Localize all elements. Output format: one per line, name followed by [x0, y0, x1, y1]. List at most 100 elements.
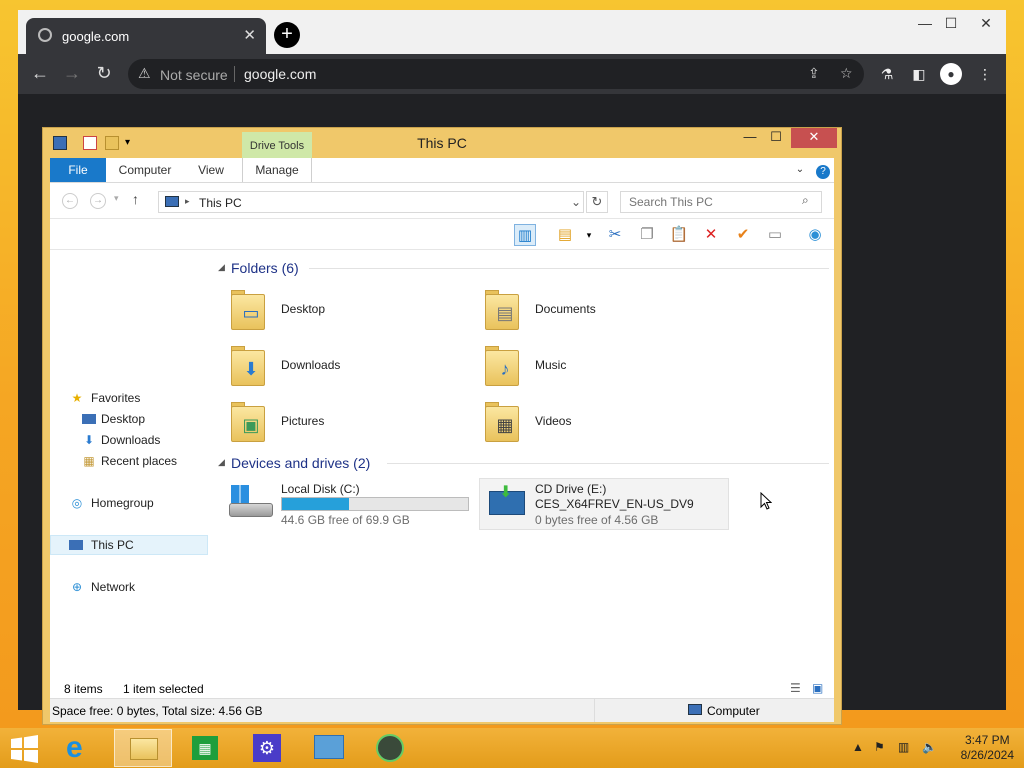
refresh-icon[interactable]: ↻: [586, 191, 608, 213]
details-status-bar: Space free: 0 bytes, Total size: 4.56 GB…: [50, 698, 834, 722]
taskbar-network-app[interactable]: [300, 729, 358, 767]
preview-pane-icon[interactable]: ▥: [514, 224, 536, 246]
cut-icon[interactable]: ✂: [604, 224, 626, 246]
large-icons-view-icon[interactable]: ▣: [812, 681, 823, 695]
nav-downloads[interactable]: ⬇ Downloads: [50, 430, 208, 450]
breadcrumb-separator-icon[interactable]: ▸: [185, 196, 190, 207]
folder-videos-icon[interactable]: ▦: [483, 398, 523, 444]
tab-view[interactable]: View: [186, 158, 236, 182]
taskbar-file-explorer[interactable]: [114, 729, 172, 767]
address-box[interactable]: ▸ This PC ⌄: [158, 191, 584, 213]
explorer-minimize-button[interactable]: —: [737, 128, 763, 148]
shell-icon[interactable]: ◉: [804, 224, 826, 246]
bookmark-star-icon[interactable]: ☆: [840, 65, 853, 82]
drives-collapse-icon[interactable]: ◢: [218, 457, 225, 468]
volume-muted-icon[interactable]: 🔈: [922, 740, 937, 754]
explorer-close-button[interactable]: ✕: [791, 128, 837, 148]
tab-title: google.com: [62, 29, 130, 44]
forward-icon[interactable]: →: [60, 62, 84, 86]
menu-dots-icon[interactable]: ⋮: [974, 63, 996, 85]
back-icon[interactable]: ←: [28, 62, 52, 86]
folder-videos[interactable]: Videos: [535, 414, 571, 428]
browser-close-button[interactable]: ✕: [972, 12, 1000, 36]
start-button[interactable]: [0, 729, 48, 767]
ribbon-tabs: File Computer View Manage ⌄ ?: [50, 158, 834, 182]
folder-documents-icon[interactable]: ▤: [483, 286, 523, 332]
browser-minimize-button[interactable]: —: [912, 12, 938, 36]
nav-network[interactable]: ⊕ Network: [50, 577, 208, 597]
properties-panel-icon[interactable]: ▭: [764, 224, 786, 246]
navigation-pane: ★ Favorites Desktop ⬇ Downloads ▦ Recent…: [50, 258, 210, 678]
side-panel-icon[interactable]: ◧: [908, 63, 930, 85]
url-text[interactable]: google.com: [244, 66, 316, 82]
local-disk-free: 44.6 GB free of 69.9 GB: [281, 513, 410, 527]
profile-avatar-icon[interactable]: ●: [940, 63, 962, 85]
folder-options-icon[interactable]: ▤: [554, 224, 576, 246]
details-view-icon[interactable]: ☰: [790, 681, 801, 695]
browser-maximize-button[interactable]: ☐: [938, 12, 964, 36]
folder-downloads[interactable]: Downloads: [281, 358, 340, 372]
explorer-maximize-button[interactable]: ☐: [763, 128, 789, 148]
search-input[interactable]: [620, 191, 822, 213]
tab-manage[interactable]: Manage: [242, 158, 312, 182]
omnibox[interactable]: ⚠ Not secure google.com ⇪ ☆: [128, 59, 864, 89]
reload-icon[interactable]: ↻: [92, 62, 116, 86]
local-disk-usage-fill: [282, 498, 349, 510]
nav-favorites[interactable]: ★ Favorites: [50, 388, 208, 408]
taskbar-internet-explorer[interactable]: e: [52, 729, 110, 767]
taskbar-settings[interactable]: ⚙: [238, 729, 296, 767]
show-hidden-icons-icon[interactable]: ▲: [852, 740, 864, 754]
ribbon-expand-icon[interactable]: ⌄: [790, 158, 810, 182]
action-center-flag-icon[interactable]: ⚑: [874, 740, 885, 754]
forward-arrow-icon[interactable]: →: [90, 193, 106, 209]
nav-downloads-label: Downloads: [101, 433, 161, 447]
nav-desktop[interactable]: Desktop: [50, 409, 208, 429]
drives-group-header[interactable]: Devices and drives (2): [231, 455, 370, 471]
up-arrow-icon[interactable]: ↑: [132, 191, 139, 207]
nav-homegroup[interactable]: ◎ Homegroup: [50, 493, 208, 513]
folder-pictures[interactable]: Pictures: [281, 414, 324, 428]
address-dropdown-icon[interactable]: ⌄: [571, 195, 581, 209]
copy-icon[interactable]: ❐: [636, 224, 658, 246]
labs-flask-icon[interactable]: ⚗: [876, 63, 898, 85]
address-bar-row: ← → ▾ ↑ ▸ This PC ⌄ ↻ ⌕: [50, 182, 834, 218]
help-button[interactable]: ?: [814, 158, 832, 182]
folder-desktop-icon[interactable]: ▭: [229, 286, 269, 332]
cd-drive-icon[interactable]: ⬇: [489, 485, 525, 515]
new-tab-button[interactable]: +: [274, 22, 300, 48]
breadcrumb[interactable]: This PC: [199, 196, 242, 210]
local-disk-icon[interactable]: [229, 485, 273, 521]
folders-collapse-icon[interactable]: ◢: [218, 262, 225, 273]
internet-explorer-icon: e: [66, 731, 83, 764]
taskbar-chrome[interactable]: [362, 729, 420, 767]
cd-drive-name[interactable]: CD Drive (E:): [535, 482, 606, 496]
explorer-title-bar[interactable]: ▾ This PC Drive Tools — ☐ ✕: [43, 128, 841, 158]
recent-locations-icon[interactable]: ▾: [114, 193, 119, 204]
local-disk-name[interactable]: Local Disk (C:): [281, 482, 360, 496]
folder-music-icon[interactable]: ♪: [483, 342, 523, 388]
paste-icon[interactable]: 📋: [668, 224, 690, 246]
folder-downloads-icon[interactable]: ⬇: [229, 342, 269, 388]
rename-check-icon[interactable]: ✔: [732, 224, 754, 246]
back-arrow-icon[interactable]: ←: [62, 193, 78, 209]
tab-computer[interactable]: Computer: [110, 158, 180, 182]
folder-documents[interactable]: Documents: [535, 302, 596, 316]
browser-tab[interactable]: google.com ✕: [26, 18, 266, 54]
nav-this-pc[interactable]: This PC: [50, 535, 208, 555]
tab-file[interactable]: File: [50, 158, 106, 182]
status-space: Space free: 0 bytes, Total size: 4.56 GB: [52, 704, 263, 718]
clock[interactable]: 3:47 PM 8/26/2024: [961, 733, 1014, 763]
folder-pictures-icon[interactable]: ▣: [229, 398, 269, 444]
status-selection: 1 item selected: [123, 682, 204, 696]
tab-close-icon[interactable]: ✕: [243, 26, 256, 44]
delete-icon[interactable]: ✕: [700, 224, 722, 246]
nav-recent-label: Recent places: [101, 454, 178, 468]
taskbar-store[interactable]: ▦: [176, 729, 234, 767]
folder-music[interactable]: Music: [535, 358, 566, 372]
nav-recent-places[interactable]: ▦ Recent places: [50, 451, 208, 471]
folder-desktop[interactable]: Desktop: [281, 302, 325, 316]
folders-group-header[interactable]: Folders (6): [231, 260, 299, 276]
folder-options-dropdown-icon[interactable]: ▾: [578, 224, 600, 246]
network-tray-icon[interactable]: ▥: [898, 740, 909, 754]
share-icon[interactable]: ⇪: [808, 65, 820, 82]
